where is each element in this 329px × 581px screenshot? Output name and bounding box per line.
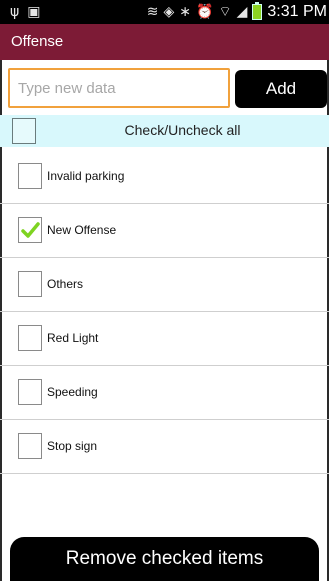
item-checkbox[interactable] — [18, 325, 42, 351]
offense-list: Invalid parking New Offense Others Red L… — [0, 150, 329, 474]
list-item[interactable]: Invalid parking — [0, 150, 329, 204]
item-checkbox[interactable] — [18, 217, 42, 243]
bluetooth-icon: ∗ — [179, 4, 192, 20]
check-all-row[interactable]: Check/Uncheck all — [0, 115, 329, 147]
alarm-icon: ⏰ — [196, 4, 214, 20]
item-label: Invalid parking — [47, 169, 125, 183]
item-checkbox[interactable] — [18, 433, 42, 459]
remove-checked-button[interactable]: Remove checked items — [10, 537, 319, 581]
list-item[interactable]: Stop sign — [0, 420, 329, 474]
item-checkbox[interactable] — [18, 271, 42, 297]
item-label: New Offense — [47, 223, 117, 237]
status-bar: ψ ▣ ≋ ◈ ∗ ⏰ ⌔ ◢ 3:31 PM — [0, 0, 329, 24]
input-row: Add — [0, 67, 329, 111]
list-item[interactable]: Others — [0, 258, 329, 312]
status-time: 3:31 PM — [267, 3, 327, 20]
item-checkbox[interactable] — [18, 163, 42, 189]
list-item[interactable]: New Offense — [0, 204, 329, 258]
checkmark-icon — [21, 222, 40, 238]
list-item[interactable]: Red Light — [0, 312, 329, 366]
wifi-icon: ⌔ — [218, 4, 232, 20]
item-label: Others — [47, 277, 84, 291]
add-button[interactable]: Add — [235, 70, 327, 108]
list-item[interactable]: Speeding — [0, 366, 329, 420]
status-bar-left: ψ ▣ — [10, 3, 40, 21]
item-label: Speeding — [47, 385, 98, 399]
image-icon: ▣ — [27, 4, 41, 20]
new-data-input[interactable] — [8, 68, 230, 108]
signal-icon: ◢ — [236, 4, 248, 20]
check-all-label: Check/Uncheck all — [124, 122, 241, 138]
vibrate-icon: ◈ — [163, 4, 175, 20]
item-checkbox[interactable] — [18, 379, 42, 405]
item-label: Stop sign — [47, 439, 98, 453]
page-title: Offense — [11, 33, 64, 50]
item-label: Red Light — [47, 331, 99, 345]
usb-icon: ψ — [10, 4, 20, 20]
battery-icon — [252, 2, 263, 20]
action-bar: Offense — [0, 24, 329, 60]
status-bar-right: ≋ ◈ ∗ ⏰ ⌔ ◢ 3:31 PM — [147, 2, 327, 22]
nfc-icon: ≋ — [146, 4, 159, 20]
